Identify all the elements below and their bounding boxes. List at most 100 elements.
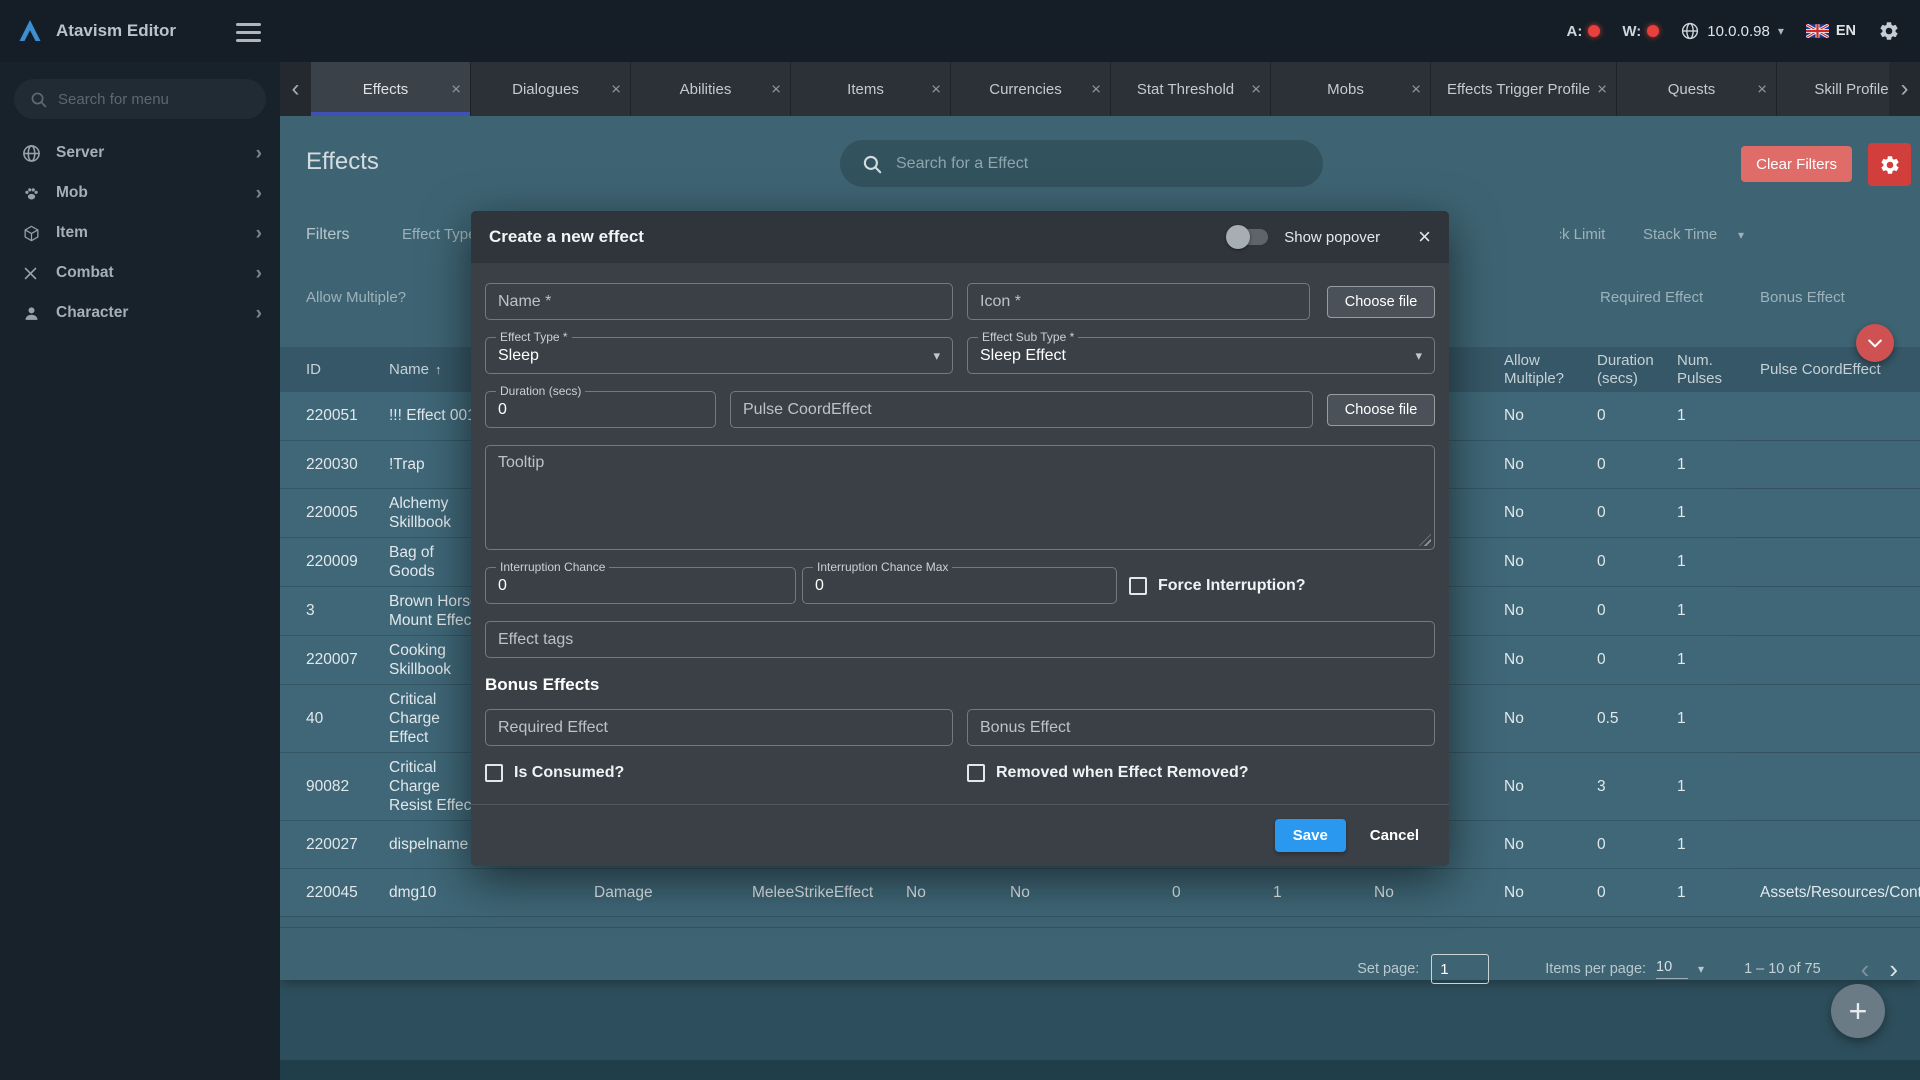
world-server-status: W:	[1622, 23, 1660, 40]
settings-gear-icon[interactable]	[1878, 20, 1900, 42]
name-input[interactable]	[485, 283, 953, 320]
caret-down-icon: ▾	[1415, 347, 1422, 363]
search-icon	[862, 154, 882, 174]
pagination-range: 1 – 10 of 75	[1744, 961, 1821, 977]
checkbox-icon	[967, 764, 985, 782]
tab[interactable]: Abilities ×	[631, 62, 791, 116]
footer-strip	[280, 1060, 1920, 1080]
filter-stack-time[interactable]: Stack Time	[1643, 226, 1717, 243]
sidebar-item-character[interactable]: Character ›	[0, 293, 280, 333]
tab-close-icon[interactable]: ×	[611, 81, 621, 98]
effect-tags-input[interactable]	[485, 621, 1435, 658]
tab-close-icon[interactable]: ×	[1251, 81, 1261, 98]
tab[interactable]: Stat Threshold ×	[1111, 62, 1271, 116]
removed-when-effect-removed-checkbox[interactable]: Removed when Effect Removed?	[967, 764, 1249, 782]
is-consumed-label: Is Consumed?	[514, 764, 625, 781]
save-button[interactable]: Save	[1274, 819, 1346, 852]
tab-close-icon[interactable]: ×	[451, 81, 461, 98]
tabs-scroll-right-icon[interactable]: ›	[1889, 62, 1920, 116]
effect-sub-type-select[interactable]: Effect Sub Type * Sleep Effect ▾	[967, 330, 1435, 374]
header-num-pulses[interactable]: Num. Pulses	[1651, 347, 1734, 392]
header-id[interactable]: ID	[280, 347, 363, 392]
icon-input[interactable]	[967, 283, 1310, 320]
sidebar-search-input[interactable]	[58, 90, 257, 108]
interruption-chance-max-input[interactable]	[815, 576, 1104, 595]
world-status-dot	[1647, 25, 1660, 37]
table-settings-button[interactable]	[1868, 143, 1911, 186]
uk-flag-icon	[1805, 24, 1829, 38]
sidebar-item-combat[interactable]: Combat ›	[0, 253, 280, 293]
tab-close-icon[interactable]: ×	[1757, 81, 1767, 98]
is-consumed-checkbox[interactable]: Is Consumed?	[485, 764, 967, 782]
tab[interactable]: Skill Profile ×	[1777, 62, 1889, 116]
filter-allow-multiple[interactable]: Allow Multiple?	[306, 289, 406, 306]
server-selector[interactable]: 10.0.0.98 ▾	[1681, 22, 1784, 40]
clear-filters-button[interactable]: Clear Filters	[1741, 146, 1852, 182]
previous-page-icon[interactable]: ‹	[1861, 956, 1870, 982]
table-row[interactable]: 220045 dmg10 Damage MeleeStrikeEffect No…	[280, 868, 1920, 917]
tab[interactable]: Items ×	[791, 62, 951, 116]
items-per-page-select[interactable]: 10	[1656, 959, 1689, 979]
sidebar-item-label: Server	[56, 144, 105, 161]
tab[interactable]: Dialogues ×	[471, 62, 631, 116]
interruption-chance-input[interactable]	[498, 576, 783, 595]
show-popover-toggle[interactable]	[1226, 225, 1269, 249]
tab[interactable]: Quests ×	[1617, 62, 1777, 116]
effect-sub-type-value: Sleep Effect	[980, 346, 1066, 364]
tab-close-icon[interactable]: ×	[931, 81, 941, 98]
sidebar-item-mob[interactable]: Mob ›	[0, 173, 280, 213]
icon-choose-file-button[interactable]: Choose file	[1327, 285, 1435, 318]
header-allow-multiple[interactable]: Allow Multiple?	[1478, 347, 1571, 392]
tab-close-icon[interactable]: ×	[1597, 81, 1607, 98]
brand: Atavism Editor	[0, 17, 176, 45]
effect-search[interactable]	[840, 140, 1323, 187]
cube-icon	[22, 224, 41, 243]
tab[interactable]: Mobs ×	[1271, 62, 1431, 116]
sidebar-search[interactable]	[14, 79, 266, 119]
duration-input[interactable]	[498, 400, 703, 419]
scroll-down-button[interactable]	[1856, 324, 1894, 362]
bonus-effect-input[interactable]	[967, 709, 1435, 746]
force-interruption-checkbox[interactable]: Force Interruption?	[1129, 576, 1306, 595]
cancel-button[interactable]: Cancel	[1356, 819, 1433, 852]
tooltip-textarea[interactable]	[485, 445, 1435, 550]
tabs-scroll-left-icon[interactable]: ‹	[280, 62, 311, 116]
tab-close-icon[interactable]: ×	[1091, 81, 1101, 98]
filter-stack-limit[interactable]: Stack Limit	[1560, 226, 1648, 243]
tab-close-icon[interactable]: ×	[1411, 81, 1421, 98]
checkbox-icon	[1129, 576, 1147, 595]
effect-sub-type-label: Effect Sub Type *	[978, 330, 1079, 344]
interruption-chance-label: Interruption Chance	[496, 560, 610, 574]
caret-down-icon: ▾	[1738, 228, 1745, 242]
effect-type-label: Effect Type *	[496, 330, 572, 344]
items-per-page-label: Items per page:	[1545, 961, 1647, 977]
tab[interactable]: Currencies ×	[951, 62, 1111, 116]
pagination: Set page: Items per page: 10 ▾ 1 – 10 of…	[280, 949, 1920, 989]
tab-close-icon[interactable]: ×	[771, 81, 781, 98]
tab[interactable]: Effects ×	[311, 62, 471, 116]
menu-toggle-icon[interactable]	[236, 23, 262, 42]
set-page-input[interactable]	[1431, 954, 1490, 984]
next-page-icon[interactable]: ›	[1889, 956, 1898, 982]
sidebar-item-server[interactable]: Server ›	[0, 133, 280, 173]
dialog-close-icon[interactable]: ×	[1418, 226, 1431, 248]
language-selector[interactable]: EN	[1805, 23, 1856, 39]
header-duration[interactable]: Duration (secs)	[1571, 347, 1654, 392]
effect-type-select[interactable]: Effect Type * Sleep ▾	[485, 330, 953, 374]
auth-status-dot	[1588, 25, 1601, 37]
interruption-chance-max-label: Interruption Chance Max	[813, 560, 953, 574]
header-pulse-coordeffect[interactable]: Pulse CoordEffect	[1734, 347, 1920, 392]
pulse-coordeffect-input[interactable]	[730, 391, 1313, 428]
filter-bonus-effect[interactable]: Bonus Effect	[1760, 289, 1845, 306]
sidebar-item-item[interactable]: Item ›	[0, 213, 280, 253]
person-icon	[22, 304, 41, 323]
filter-effect-type[interactable]: Effect Type	[402, 226, 477, 243]
tab[interactable]: Effects Trigger Profile ×	[1431, 62, 1617, 116]
required-effect-input[interactable]	[485, 709, 953, 746]
caret-down-icon[interactable]: ▾	[1698, 962, 1704, 976]
add-effect-button[interactable]: +	[1831, 984, 1885, 1038]
pulse-choose-file-button[interactable]: Choose file	[1327, 393, 1435, 426]
effect-search-input[interactable]	[896, 154, 1301, 173]
filter-required-effect[interactable]: Required Effect	[1600, 289, 1703, 306]
bonus-effects-heading: Bonus Effects	[485, 675, 600, 694]
